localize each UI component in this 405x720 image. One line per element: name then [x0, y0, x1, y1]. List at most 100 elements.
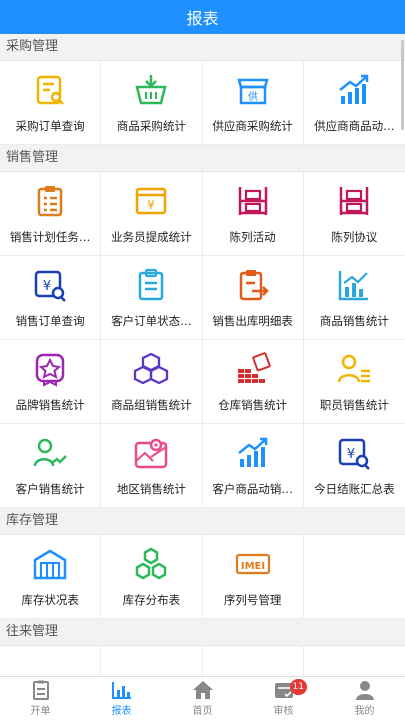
report-product-purchase-stats[interactable]: 商品采购统计: [101, 61, 203, 145]
order-form-icon: [32, 680, 49, 700]
report-warehouse-sales[interactable]: 仓库销售统计: [202, 340, 304, 424]
tab-label: 首页: [192, 706, 213, 717]
staff-list-icon: [336, 351, 372, 387]
yen-text: ¥: [347, 447, 355, 462]
rising-bars-icon: [336, 72, 372, 108]
imei-text: IMEI: [241, 561, 265, 572]
section-title-purchase: 采购管理: [0, 34, 405, 60]
tab-label: 报表: [111, 706, 132, 717]
report-today-checkout-summary[interactable]: ¥ 今日结账汇总表: [303, 424, 405, 508]
label: 仓库销售统计: [218, 397, 288, 412]
label: 库存状况表: [21, 592, 79, 607]
label: 客户商品动销…: [212, 481, 293, 496]
empty-cell: [303, 535, 405, 619]
purchase-grid: 采购订单查询 商品采购统计 供 供应商采购统计 供应商商品动…: [0, 60, 405, 145]
bottom-tabbar: 开单 报表 首页 审核 11 我的: [0, 676, 405, 720]
report-sales-plan-task[interactable]: 销售计划任务…: [0, 172, 102, 256]
label: 客户销售统计: [15, 481, 85, 496]
inventory-grid: 库存状况表 库存分布表 IMEI 序列号管理: [0, 534, 405, 619]
map-pin-icon: [133, 435, 169, 471]
report-product-group-sales[interactable]: 商品组销售统计: [101, 340, 203, 424]
section-title-inventory: 库存管理: [0, 508, 405, 534]
label: 客户订单状态…: [111, 313, 192, 328]
report-customer-product-movement[interactable]: 客户商品动销…: [202, 424, 304, 508]
home-icon: [192, 681, 213, 699]
label: 商品组销售统计: [111, 397, 192, 412]
label: 采购订单查询: [15, 118, 85, 133]
label: 商品采购统计: [116, 118, 186, 133]
basket-icon: [133, 72, 169, 108]
vendor-store-icon: 供: [235, 72, 271, 108]
tab-mine[interactable]: 我的: [324, 677, 405, 720]
rising-bars-icon: [235, 435, 271, 471]
label: 地区销售统计: [116, 481, 186, 496]
money-window-icon: ¥: [133, 183, 169, 219]
label: 职员销售统计: [319, 397, 389, 412]
report-staff-sales[interactable]: 职员销售统计: [303, 340, 405, 424]
report-display-agreement[interactable]: 陈列协议: [303, 172, 405, 256]
scrollbar[interactable]: [401, 40, 404, 130]
report-salesman-commission[interactable]: ¥ 业务员提成统计: [101, 172, 203, 256]
tab-reports[interactable]: 报表: [81, 677, 162, 720]
star-badge-icon: [32, 351, 68, 387]
tab-label: 开单: [30, 706, 51, 717]
label: 商品销售统计: [319, 313, 389, 328]
clipboard-list-icon: [133, 267, 169, 303]
imei-icon: IMEI: [235, 546, 271, 582]
yen-search-icon: ¥: [32, 267, 68, 303]
shelf-icon: [235, 183, 271, 219]
label: 销售计划任务…: [9, 229, 91, 244]
bar-chart-icon: [111, 682, 131, 699]
tab-order[interactable]: 开单: [0, 677, 81, 720]
order-search-icon: [32, 72, 68, 108]
report-purchase-order-query[interactable]: 采购订单查询: [0, 61, 102, 145]
yen-text: ¥: [148, 198, 156, 212]
label: 库存分布表: [122, 592, 181, 607]
report-vendor-product-movement[interactable]: 供应商商品动…: [303, 61, 405, 145]
report-customer-order-status[interactable]: 客户订单状态…: [101, 256, 203, 340]
page-title: 报表: [186, 9, 219, 28]
report-serial-number-management[interactable]: IMEI 序列号管理: [202, 535, 304, 619]
report-inventory-status[interactable]: 库存状况表: [0, 535, 102, 619]
label: 今日结账汇总表: [314, 481, 395, 496]
header: 报表: [0, 0, 405, 34]
report-vendor-purchase-stats[interactable]: 供 供应商采购统计: [202, 61, 304, 145]
label: 销售订单查询: [15, 313, 85, 328]
section-title-sales: 销售管理: [0, 145, 405, 171]
report-sales-outbound-detail[interactable]: 销售出库明细表: [202, 256, 304, 340]
outbound-clipboard-icon: [235, 267, 271, 303]
label: 序列号管理: [223, 592, 282, 607]
warehouse-icon: [32, 546, 68, 582]
report-customer-sales[interactable]: 客户销售统计: [0, 424, 102, 508]
label: 业务员提成统计: [111, 229, 192, 244]
report-region-sales[interactable]: 地区销售统计: [101, 424, 203, 508]
review-count-badge: 11: [289, 679, 307, 695]
label: 供应商采购统计: [212, 118, 293, 133]
yen-text: ¥: [43, 279, 51, 294]
yen-search-icon: ¥: [336, 435, 372, 471]
report-display-activity[interactable]: 陈列活动: [202, 172, 304, 256]
cubes-icon: [133, 351, 169, 387]
tab-review[interactable]: 审核 11: [243, 677, 324, 720]
report-inventory-distribution[interactable]: 库存分布表: [101, 535, 203, 619]
clipboard-icon: [32, 183, 68, 219]
sales-grid: 销售计划任务… ¥ 业务员提成统计 陈列活动 陈列协议 ¥ 销售订单查询 客户订…: [0, 171, 405, 508]
report-brand-sales-stats[interactable]: 品牌销售统计: [0, 340, 102, 424]
warehouse-bricks-icon: [235, 351, 271, 387]
tab-label: 我的: [354, 706, 375, 717]
customer-trend-icon: [32, 435, 68, 471]
report-sales-order-query[interactable]: ¥ 销售订单查询: [0, 256, 102, 340]
label: 销售出库明细表: [212, 313, 293, 328]
chart-growth-icon: [336, 267, 372, 303]
shelf-icon: [336, 183, 372, 219]
label: 陈列协议: [331, 229, 378, 244]
label: 品牌销售统计: [15, 397, 85, 412]
section-title-accounts: 往来管理: [0, 619, 405, 645]
vendor-stall-text: 供: [248, 90, 258, 103]
report-product-sales-stats[interactable]: 商品销售统计: [303, 256, 405, 340]
label: 供应商商品动…: [314, 118, 395, 133]
label: 陈列活动: [229, 229, 276, 244]
user-icon: [355, 681, 374, 700]
tab-home[interactable]: 首页: [162, 677, 243, 720]
app: 报表 采购管理 采购订单查询 商品采购统计 供 供应商采购统计 供应商商品动… …: [0, 0, 405, 720]
